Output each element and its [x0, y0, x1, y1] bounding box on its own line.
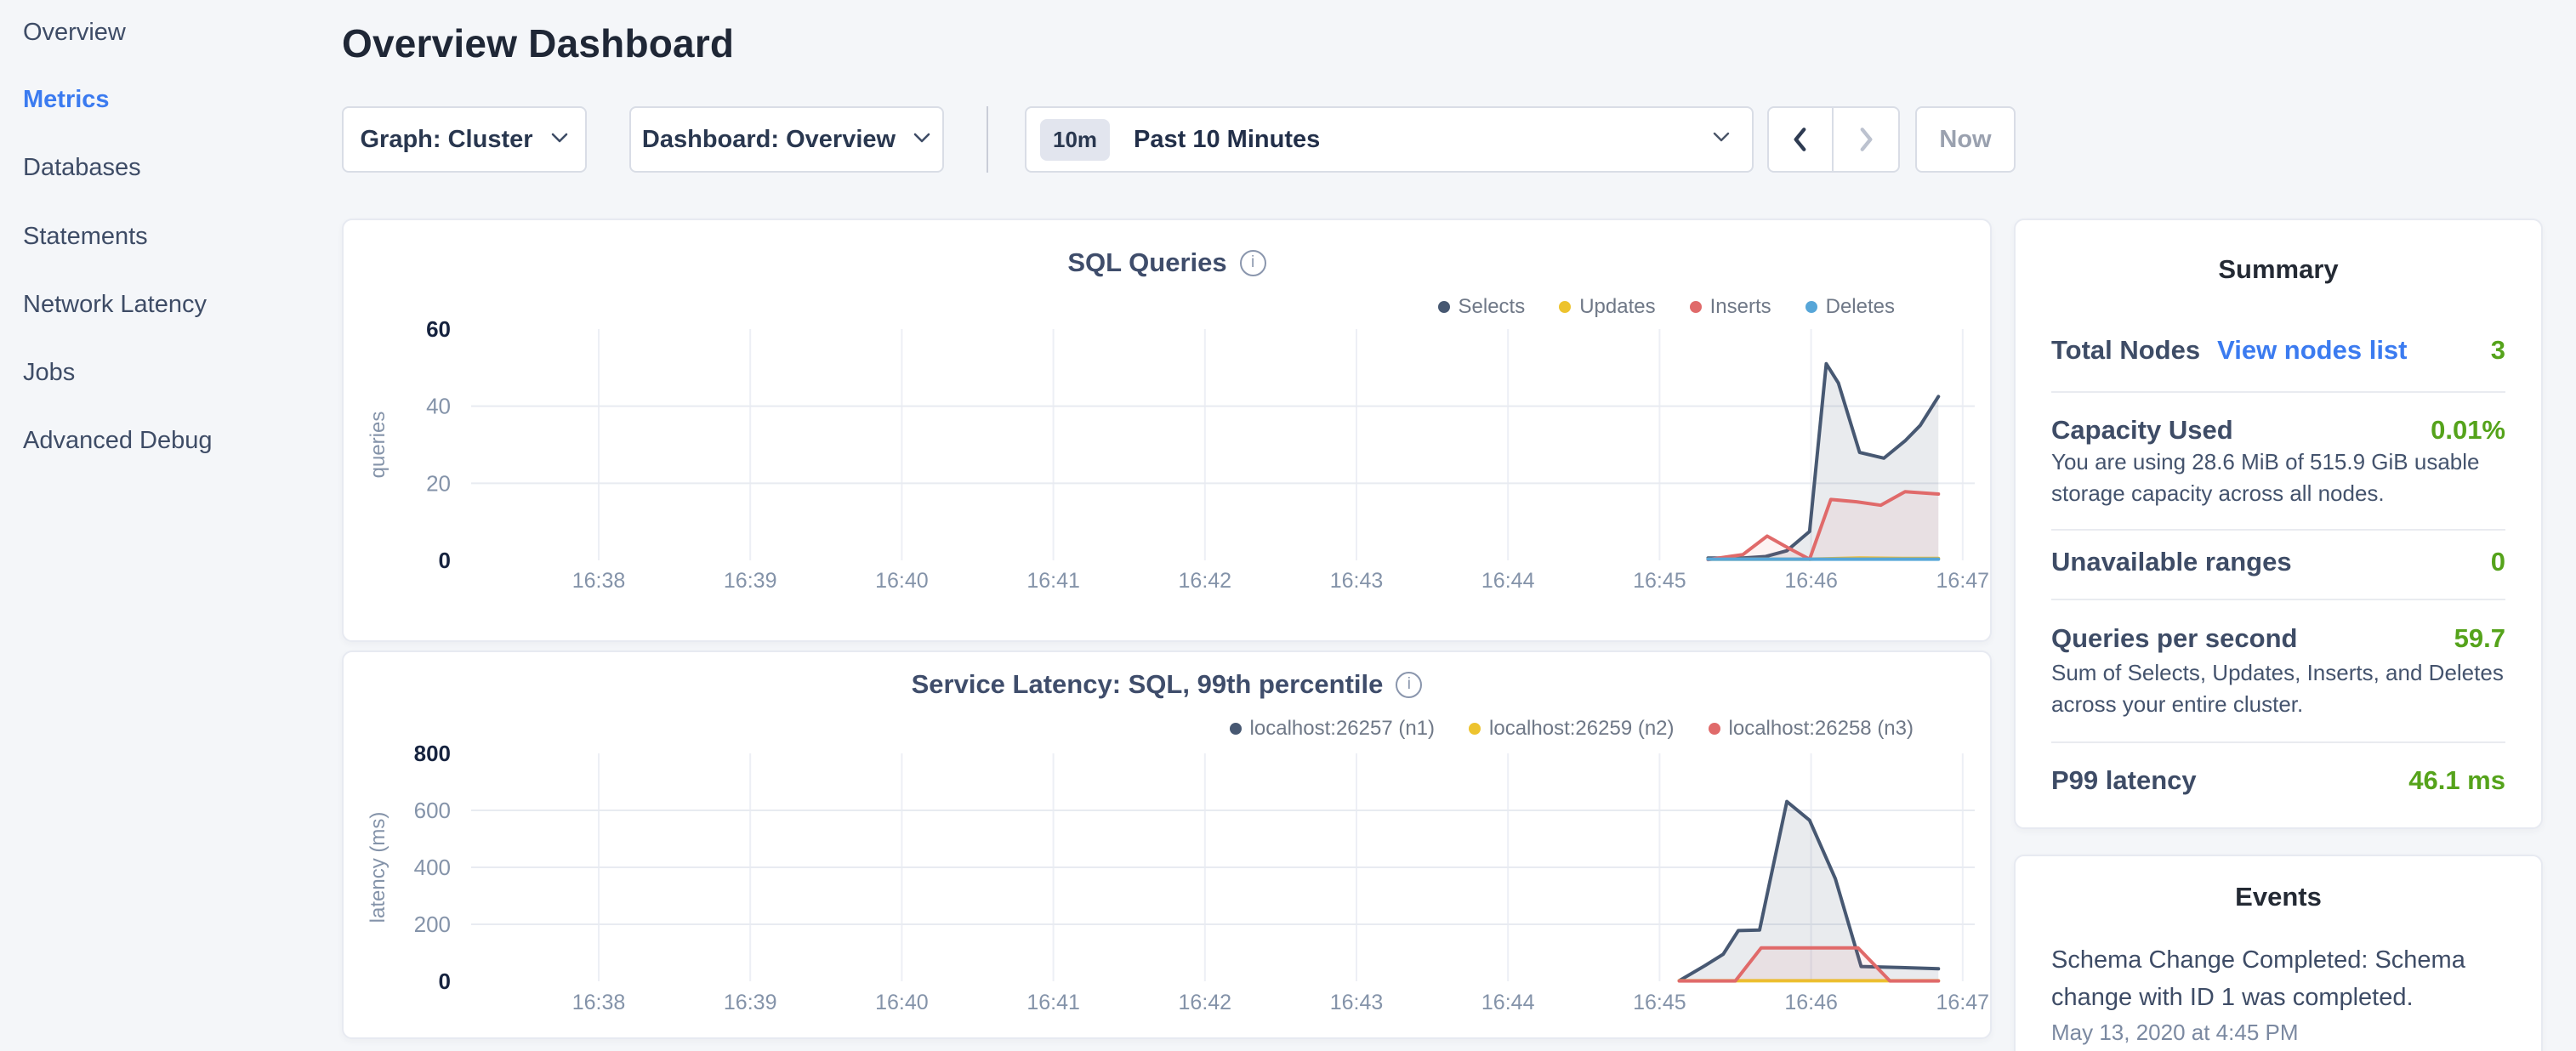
- svg-text:16:42: 16:42: [1179, 991, 1232, 1014]
- svg-text:400: 400: [414, 855, 451, 880]
- summary-row-label: Total Nodes: [2051, 335, 2200, 366]
- svg-text:16:46: 16:46: [1784, 991, 1838, 1014]
- summary-row-capacity-used: Capacity Used 0.01%: [2051, 412, 2505, 449]
- svg-text:16:41: 16:41: [1026, 991, 1080, 1014]
- svg-text:16:39: 16:39: [724, 991, 777, 1014]
- svg-text:16:47: 16:47: [1936, 569, 1990, 593]
- summary-panel: Summary Total Nodes View nodes list 3 Capac…: [2014, 219, 2543, 829]
- sidebar-nav: Overview Metrics Databases Statements Networ…: [0, 0, 340, 1051]
- sidebar-item-statements[interactable]: Statements: [23, 219, 148, 254]
- graph-dropdown[interactable]: Graph: Cluster: [342, 106, 587, 173]
- now-button-label: Now: [1939, 126, 1991, 154]
- summary-divider: [2051, 599, 2505, 600]
- sql-queries-plot[interactable]: 16:38 16:39 16:40 16:41 16:42 16:43 16:44 16:45…: [344, 220, 1990, 644]
- svg-text:16:47: 16:47: [1936, 991, 1990, 1014]
- dashboard-dropdown[interactable]: Dashboard: Overview: [629, 106, 944, 173]
- sidebar-item-jobs[interactable]: Jobs: [23, 355, 75, 390]
- svg-text:16:42: 16:42: [1179, 569, 1232, 593]
- time-window-select[interactable]: 10m Past 10 Minutes: [1025, 106, 1754, 173]
- chevron-right-icon: [1857, 126, 1874, 153]
- time-forward-button[interactable]: [1834, 108, 1898, 171]
- svg-text:16:44: 16:44: [1481, 569, 1535, 593]
- events-title: Events: [2016, 882, 2541, 912]
- view-nodes-list-link[interactable]: View nodes list: [2217, 335, 2407, 366]
- events-panel: Events Schema Change Completed: Schema c…: [2014, 855, 2543, 1051]
- time-pager: [1767, 106, 1900, 173]
- service-latency-card: Service Latency: SQL, 99th percentile i …: [342, 650, 1992, 1039]
- summary-row-description: Sum of Selects, Updates, Inserts, and De…: [2051, 657, 2515, 720]
- time-window-badge: 10m: [1040, 119, 1110, 161]
- svg-text:16:40: 16:40: [875, 991, 929, 1014]
- sql-queries-card: SQL Queries i SelectsUpdatesInsertsDelet…: [342, 219, 1992, 642]
- summary-row-value: 59.7: [2454, 623, 2505, 654]
- svg-text:0: 0: [439, 969, 451, 994]
- page-title: Overview Dashboard: [342, 20, 734, 66]
- summary-row-value: 0: [2491, 547, 2505, 577]
- svg-text:16:41: 16:41: [1026, 569, 1080, 593]
- event-item-timestamp: May 13, 2020 at 4:45 PM: [2051, 1020, 2299, 1046]
- svg-text:20: 20: [426, 470, 451, 496]
- sidebar-item-network-latency[interactable]: Network Latency: [23, 287, 207, 322]
- summary-divider: [2051, 741, 2505, 743]
- summary-row-description: You are using 28.6 MiB of 515.9 GiB usab…: [2051, 446, 2515, 509]
- svg-text:600: 600: [414, 798, 451, 823]
- chevron-left-icon: [1792, 126, 1809, 153]
- time-back-button[interactable]: [1769, 108, 1834, 171]
- svg-text:latency (ms): latency (ms): [367, 812, 390, 923]
- svg-text:16:38: 16:38: [572, 569, 626, 593]
- svg-text:16:38: 16:38: [572, 991, 626, 1014]
- summary-row-label: Capacity Used: [2051, 415, 2233, 446]
- sidebar-item-databases[interactable]: Databases: [23, 150, 141, 185]
- svg-text:16:43: 16:43: [1330, 991, 1384, 1014]
- summary-row-unavailable-ranges: Unavailable ranges 0: [2051, 543, 2505, 581]
- sidebar-item-advanced-debug[interactable]: Advanced Debug: [23, 423, 213, 458]
- event-item-text[interactable]: Schema Change Completed: Schema change w…: [2051, 941, 2476, 1016]
- chevron-down-icon: [1713, 132, 1730, 147]
- dashboard-dropdown-label: Dashboard: Overview: [642, 126, 896, 154]
- summary-row-value: 3: [2491, 335, 2505, 366]
- service-latency-sql-99th-percentile-plot[interactable]: 16:38 16:39 16:40 16:41 16:42 16:43 16:44 16:45…: [344, 652, 1990, 1041]
- graph-dropdown-label: Graph: Cluster: [360, 126, 532, 154]
- svg-text:800: 800: [414, 741, 451, 766]
- summary-title: Summary: [2016, 254, 2541, 285]
- svg-text:16:39: 16:39: [724, 569, 777, 593]
- summary-row-queries-per-second: Queries per second 59.7: [2051, 620, 2505, 657]
- svg-text:40: 40: [426, 394, 451, 419]
- app-root: Overview Metrics Databases Statements Networ…: [0, 0, 2576, 1051]
- summary-row-value: 0.01%: [2431, 415, 2505, 446]
- summary-row-total-nodes: Total Nodes View nodes list 3: [2051, 332, 2505, 369]
- summary-row-label: Unavailable ranges: [2051, 547, 2292, 577]
- summary-row-label: Queries per second: [2051, 623, 2297, 654]
- svg-text:queries: queries: [367, 412, 390, 479]
- summary-divider: [2051, 529, 2505, 531]
- svg-text:16:45: 16:45: [1633, 991, 1686, 1014]
- summary-row-p99-latency: P99 latency 46.1 ms: [2051, 762, 2505, 799]
- chevron-down-icon: [913, 132, 931, 148]
- svg-text:16:43: 16:43: [1330, 569, 1384, 593]
- svg-text:200: 200: [414, 912, 451, 937]
- svg-text:60: 60: [426, 316, 451, 342]
- svg-text:16:45: 16:45: [1633, 569, 1686, 593]
- now-button[interactable]: Now: [1915, 106, 2016, 173]
- chevron-down-icon: [550, 132, 569, 148]
- summary-divider: [2051, 391, 2505, 393]
- svg-text:16:46: 16:46: [1784, 569, 1838, 593]
- controls-divider: [987, 106, 988, 173]
- sidebar-item-metrics[interactable]: Metrics: [23, 82, 110, 117]
- time-window-label: Past 10 Minutes: [1134, 126, 1713, 154]
- summary-row-value: 46.1 ms: [2408, 765, 2505, 796]
- sidebar-item-overview[interactable]: Overview: [23, 14, 126, 50]
- summary-row-label: P99 latency: [2051, 765, 2197, 796]
- svg-text:16:44: 16:44: [1481, 991, 1535, 1014]
- svg-text:16:40: 16:40: [875, 569, 929, 593]
- svg-text:0: 0: [439, 548, 451, 573]
